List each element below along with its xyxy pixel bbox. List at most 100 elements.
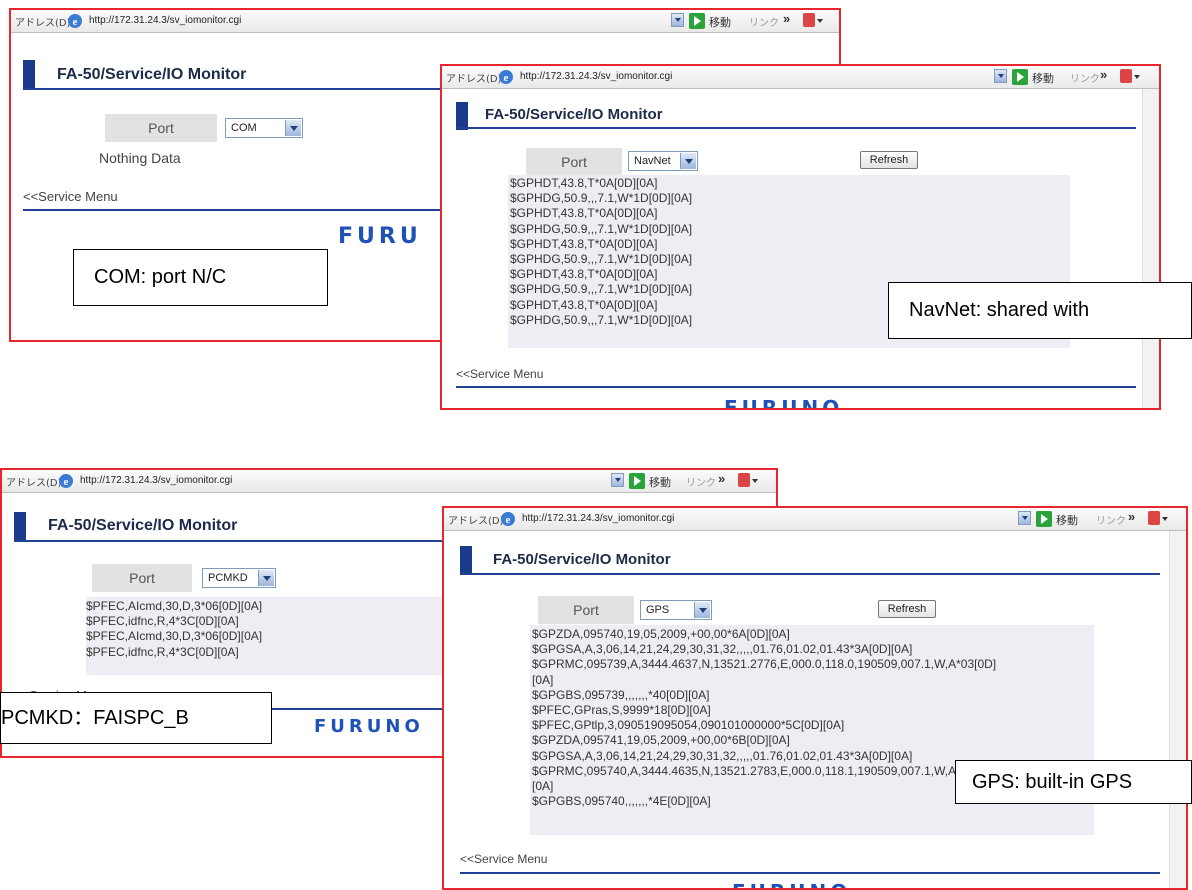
monitor-line: $GPHDT,43.8,T*0A[0D][0A] [510,236,658,251]
port-select-value: NavNet [634,155,671,167]
service-menu-link[interactable]: <<Service Menu [460,852,547,866]
links-label[interactable]: リンク [749,14,779,29]
tool-icon[interactable] [1120,69,1140,83]
refresh-button[interactable]: Refresh [860,151,918,169]
url-dropdown-icon[interactable] [671,13,684,27]
monitor-line: $GPHDG,50.9,,,7.1,W*1D[0D][0A] [510,252,693,267]
url-dropdown-icon[interactable] [1018,511,1031,525]
address-label: アドレス(D) [446,74,502,85]
tool-icon[interactable] [803,13,823,27]
furuno-logo: FURUNO [724,396,844,410]
monitor-line: $GPZDA,095741,19,05,2009,+00,00*6B[0D][0… [532,733,790,748]
port-select-value: GPS [646,604,670,616]
monitor-line: $PFEC,AIcmd,30,D,3*06[0D][0A] [86,599,263,613]
title-rule [460,573,1160,575]
address-label: アドレス(D) [6,478,62,489]
url-field[interactable]: http://172.31.24.3/sv_iomonitor.cgi [522,513,674,524]
go-icon[interactable] [629,473,645,489]
title-accent [456,102,468,130]
furuno-logo: FURU [338,224,422,249]
service-menu-link[interactable]: <<Service Menu [23,189,118,204]
links-label[interactable]: リンク [1096,512,1126,527]
page-title: FA-50/Service/IO Monitor [485,106,663,123]
page-title: FA-50/Service/IO Monitor [48,517,238,534]
ie-icon: e [501,512,515,526]
chevron-down-icon[interactable] [258,570,274,586]
footer-rule [460,872,1160,874]
svg-text:e: e [504,72,509,84]
chevron-icon[interactable]: » [783,11,790,26]
svg-text:e: e [64,476,69,488]
scrollbar[interactable] [1169,531,1186,888]
callout-navnet: NavNet: shared with [888,282,1192,339]
tool-icon[interactable] [738,473,758,487]
monitor-line: $GPHDT,43.8,T*0A[0D][0A] [510,267,658,282]
monitor-line: $GPHDG,50.9,,,7.1,W*1D[0D][0A] [510,191,693,206]
url-field[interactable]: http://172.31.24.3/sv_iomonitor.cgi [89,15,241,26]
monitor-line: $GPRMC,095739,A,3444.4637,N,13521.2776,E… [532,657,997,672]
chevron-icon[interactable]: » [718,471,725,486]
monitor-line: $GPGBS,095739,,,,,,,*40[0D][0A] [532,687,710,702]
port-select-value: COM [231,122,257,134]
callout-pcmkd: PCMKD：FAISPC_B [0,692,272,744]
monitor-line: [0A] [532,672,554,687]
url-dropdown-icon[interactable] [994,69,1007,83]
scrollbar[interactable] [1142,89,1159,408]
chevron-icon[interactable]: » [1128,509,1135,524]
go-label[interactable]: 移動 [709,14,731,30]
monitor-line: $PFEC,idfnc,R,4*3C[0D][0A] [86,614,239,629]
monitor-output: $PFEC,AIcmd,30,D,3*06[0D][0A] $PFEC,idfnc… [86,597,446,675]
go-label[interactable]: 移動 [1032,70,1054,86]
monitor-line: $PFEC,GPras,S,9999*18[0D][0A] [532,703,711,718]
port-label: Port [526,148,622,176]
address-bar: アドレス(D) e http://172.31.24.3/sv_iomonito… [444,508,1186,531]
url-dropdown-icon[interactable] [611,473,624,487]
chevron-icon[interactable]: » [1100,67,1107,82]
title-rule [456,127,1136,129]
title-accent [460,546,472,574]
page-title: FA-50/Service/IO Monitor [57,66,247,83]
footer-rule [456,386,1136,388]
monitor-line: $PFEC,AIcmd,30,D,3*06[0D][0A] [86,629,263,644]
refresh-button[interactable]: Refresh [878,600,936,618]
address-label: アドレス(D) [15,18,71,29]
links-label[interactable]: リンク [1070,70,1100,85]
title-accent [23,60,35,88]
callout-gps: GPS: built-in GPS [955,760,1192,804]
chevron-down-icon[interactable] [694,602,710,618]
port-label: Port [92,564,192,592]
port-select[interactable]: GPS [640,600,712,620]
monitor-line: $GPHDG,50.9,,,7.1,W*1D[0D][0A] [510,221,693,236]
go-icon[interactable] [1012,69,1028,85]
address-bar: アドレス(D) e http://172.31.24.3/sv_iomonito… [442,66,1159,89]
title-accent [14,512,26,540]
chevron-down-icon[interactable] [285,120,301,136]
tool-icon[interactable] [1148,511,1168,525]
go-icon[interactable] [1036,511,1052,527]
port-select[interactable]: COM [225,118,303,138]
callout-com: COM: port N/C [73,249,328,306]
monitor-line: $GPZDA,095740,19,05,2009,+00,00*6A[0D][0… [532,627,790,641]
go-icon[interactable] [689,13,705,29]
chevron-down-icon[interactable] [680,153,696,169]
url-field[interactable]: http://172.31.24.3/sv_iomonitor.cgi [80,475,232,486]
url-field[interactable]: http://172.31.24.3/sv_iomonitor.cgi [520,71,672,82]
go-label[interactable]: 移動 [649,474,671,490]
window-gps: アドレス(D) e http://172.31.24.3/sv_iomonito… [442,506,1188,890]
monitor-line: $PFEC,idfnc,R,4*3C[0D][0A] [86,644,239,659]
monitor-line: $GPHDT,43.8,T*0A[0D][0A] [510,176,658,190]
service-menu-link[interactable]: <<Service Menu [456,367,543,381]
port-select[interactable]: NavNet [628,151,698,171]
ie-icon: e [59,474,73,488]
port-select[interactable]: PCMKD [202,568,276,588]
go-label[interactable]: 移動 [1056,512,1078,528]
svg-text:e: e [506,514,511,526]
ie-icon: e [499,70,513,84]
monitor-line: $PFEC,GPtlp,3,090519095054,090101000000*… [532,718,845,733]
monitor-line: $GPGSA,A,3,06,14,21,24,29,30,31,32,,,,,0… [532,642,913,657]
links-label[interactable]: リンク [686,474,716,489]
furuno-logo: FURUNO [314,716,424,737]
address-bar: アドレス(D) e http://172.31.24.3/sv_iomonito… [2,470,776,493]
window-navnet: アドレス(D) e http://172.31.24.3/sv_iomonito… [440,64,1161,410]
port-label: Port [105,114,217,142]
